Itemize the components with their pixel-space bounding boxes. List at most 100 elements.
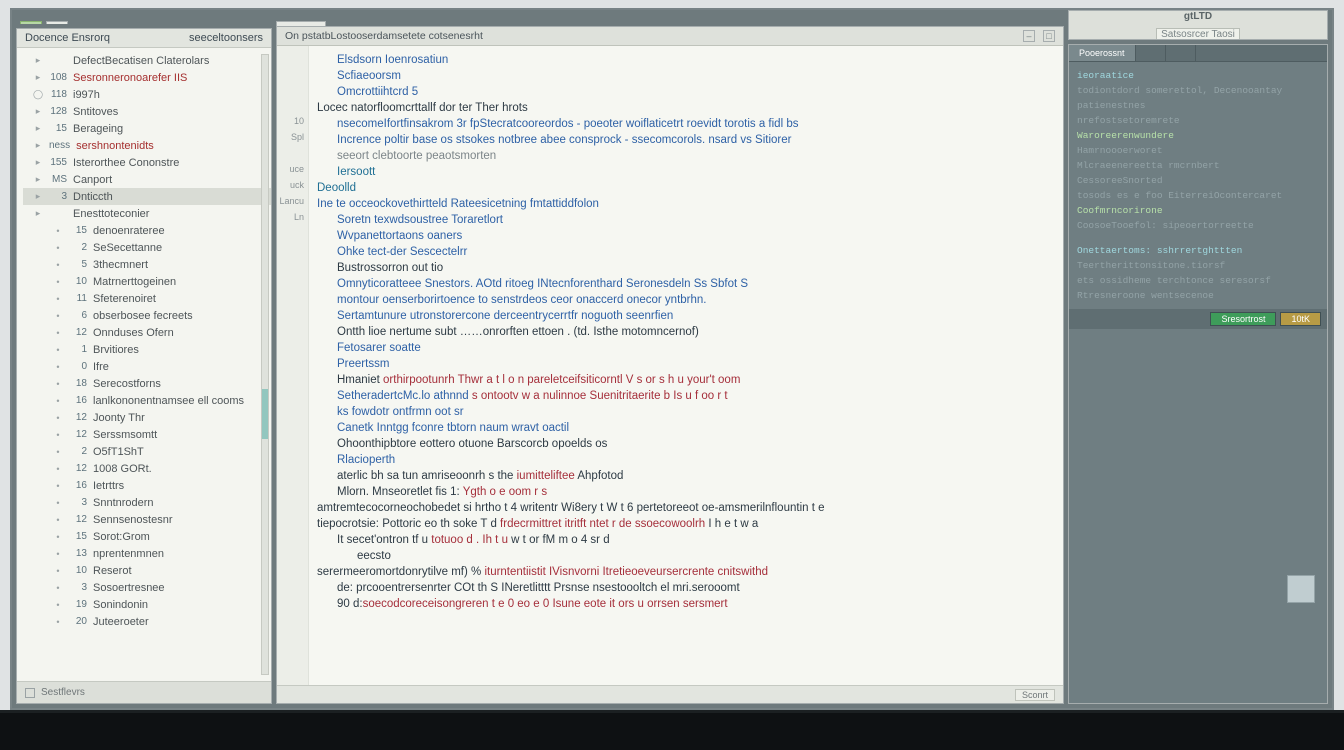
- tree-item-label: Ietrttrs: [93, 480, 124, 492]
- search-bar: gtLTD Satsosrcer Taosi ⋯ ⬚ ≡: [1068, 10, 1328, 40]
- editor-max-icon[interactable]: □: [1043, 30, 1055, 42]
- tree-scrollbar[interactable]: [261, 54, 269, 675]
- log-line: Teertherittonsitone.tiorsf: [1077, 258, 1319, 273]
- tree-item-id: 12: [69, 463, 87, 474]
- code-line: Hmaniet orthirpootunrh Thwr a t l o n pa…: [317, 372, 1055, 388]
- expand-icon: •: [53, 413, 63, 423]
- tree-item[interactable]: ▸3Dnticcth: [23, 188, 271, 205]
- expand-icon: •: [53, 617, 63, 627]
- code-line: serermeeromortdonrytilve mf) % iturntent…: [317, 564, 1055, 580]
- tree-item-id: 1: [69, 344, 87, 355]
- tree-item[interactable]: •53thecmnert: [23, 256, 271, 273]
- tree-item[interactable]: •1Brvitiores: [23, 341, 271, 358]
- editor-title: On pstatbLostooserdamsetete cotsenesrht: [285, 30, 483, 42]
- tree-item[interactable]: •12Onnduses Ofern: [23, 324, 271, 341]
- status-green-pill[interactable]: Sresortrost: [1210, 312, 1276, 326]
- log-section-title: Onettaertoms: sshrrertghttten: [1077, 243, 1319, 258]
- tree-item[interactable]: •19Sonindonin: [23, 596, 271, 613]
- tree-item[interactable]: •12Joonty Thr: [23, 409, 271, 426]
- tree-item[interactable]: •12Sennsenostesnr: [23, 511, 271, 528]
- tree-item-id: 16: [69, 395, 87, 406]
- output-tab-2[interactable]: [1136, 45, 1166, 61]
- code-line: seeort clebtoorte peaotsmorten: [317, 148, 1055, 164]
- output-tab-1[interactable]: Pooerossnt: [1069, 45, 1136, 61]
- tree-item-label: i997h: [73, 89, 100, 101]
- tree-item[interactable]: •18Serecostforns: [23, 375, 271, 392]
- editor-panel: On pstatbLostooserdamsetete cotsenesrht …: [276, 26, 1064, 704]
- tree-item[interactable]: ▸nesssershnontenidts: [23, 137, 271, 154]
- tree-item[interactable]: •13nprentenmnen: [23, 545, 271, 562]
- search-input[interactable]: Satsosrcer Taosi: [1156, 28, 1240, 40]
- tree-item[interactable]: • 16 Ietrttrs: [23, 477, 271, 494]
- code-line: Locec natorfloomcrttallf dor ter Ther hr…: [317, 100, 1055, 116]
- tree-item[interactable]: •15Sorot:Grom: [23, 528, 271, 545]
- log-line: Rtresneroone wentsecenoe: [1077, 288, 1319, 303]
- expand-icon: •: [53, 481, 63, 491]
- tree-item[interactable]: •11Sfeterenoiret: [23, 290, 271, 307]
- tree-item[interactable]: ▸108Sesronneronoarefer IIS: [23, 69, 271, 86]
- code-line: Mlorn. Mnseoretlet fis 1: Ygth o e oom r…: [317, 484, 1055, 500]
- output-log[interactable]: ieoraaticetodiontdord somerettol, Deceno…: [1069, 62, 1327, 309]
- tree-item-id: 10: [69, 276, 87, 287]
- tree-item-label: Berageing: [73, 123, 123, 135]
- code-line: amtremtecocorneochobedet si hrtho t 4 wr…: [317, 500, 1055, 516]
- tree-item[interactable]: ▸128Sntitoves: [23, 103, 271, 120]
- footer-icon[interactable]: [25, 688, 35, 698]
- tree-item-label: DefectBecatisen Claterolars: [73, 55, 209, 67]
- tree-item-id: 16: [69, 480, 87, 491]
- expand-icon: •: [53, 362, 63, 372]
- tree-item[interactable]: ◯118i997h: [23, 86, 271, 103]
- expand-icon: •: [53, 379, 63, 389]
- tree-item[interactable]: ▸MSCanport: [23, 171, 271, 188]
- tree-item[interactable]: ▸ DefectBecatisen Claterolars: [23, 52, 271, 69]
- tree-item-label: nprentenmnen: [93, 548, 164, 560]
- expand-icon: ▸: [33, 141, 43, 151]
- tree-item-id: 12: [69, 327, 87, 338]
- editor-statusbar: Sconrt: [277, 685, 1063, 703]
- tree-item[interactable]: •3Sosoertresnee: [23, 579, 271, 596]
- tree-item[interactable]: •10Matrnerttogeinen: [23, 273, 271, 290]
- tree-item[interactable]: •3Snntnrodern: [23, 494, 271, 511]
- tree-item[interactable]: •0Ifre: [23, 358, 271, 375]
- output-thumbnail[interactable]: [1287, 575, 1315, 603]
- tree-item[interactable]: •2O5fT1ShT: [23, 443, 271, 460]
- code-area[interactable]: Elsdsorn IoenrosatiunScfiaeoorsmOmcrotti…: [309, 46, 1063, 685]
- expand-icon: ◯: [33, 90, 43, 100]
- tree-item-label: Brvitiores: [93, 344, 139, 356]
- tree-item[interactable]: •12Serssmsomtt: [23, 426, 271, 443]
- left-tab-1[interactable]: [20, 21, 42, 24]
- log-line: Hamrnoooerworet: [1077, 143, 1319, 158]
- tree-item[interactable]: ▸15Berageing: [23, 120, 271, 137]
- tree-item-id: 108: [49, 72, 67, 83]
- expand-icon: •: [53, 260, 63, 270]
- expand-icon: ▸: [33, 56, 43, 66]
- tree-item[interactable]: •6obserbosee fecreets: [23, 307, 271, 324]
- tree-item[interactable]: •15denoenrateree: [23, 222, 271, 239]
- expand-icon: •: [53, 226, 63, 236]
- tree-item-id: 3: [69, 497, 87, 508]
- code-line: It secet'ontron tf u totuoo d . Ih t u w…: [317, 532, 1055, 548]
- tree-item[interactable]: •20Juteeroeter: [23, 613, 271, 630]
- tree-item[interactable]: •121008 GORt.: [23, 460, 271, 477]
- tree-item[interactable]: ▸Enesttoteconier: [23, 205, 271, 222]
- status-gold-pill[interactable]: 10tK: [1280, 312, 1321, 326]
- tree-item[interactable]: •16lanlkononentnamsee ell cooms: [23, 392, 271, 409]
- output-tab-3[interactable]: [1166, 45, 1196, 61]
- editor-min-icon[interactable]: –: [1023, 30, 1035, 42]
- tree-item[interactable]: •2SeSecettanne: [23, 239, 271, 256]
- code-line: Omnyticoratteee Snestors. AOtd ritoeg IN…: [317, 276, 1055, 292]
- expand-icon: •: [53, 464, 63, 474]
- tree-item-label: lanlkononentnamsee ell cooms: [93, 395, 244, 407]
- code-editor[interactable]: 10SpluceuckLancuLn Elsdsorn Ioenrosatiun…: [277, 46, 1063, 685]
- log-line: CoosoeTooefol: sipeoertorreette: [1077, 218, 1319, 233]
- tree-item-label: Ifre: [93, 361, 109, 373]
- log-line: CessoreeSnorted: [1077, 173, 1319, 188]
- tree-item[interactable]: •10Reserot: [23, 562, 271, 579]
- expand-icon: •: [53, 566, 63, 576]
- left-tab-2[interactable]: [46, 21, 68, 24]
- tree-item-id: 13: [69, 548, 87, 559]
- tree-item-id: 12: [69, 429, 87, 440]
- status-pill[interactable]: Sconrt: [1015, 689, 1055, 701]
- tree-item[interactable]: ▸155Isterorthee Cononstre: [23, 154, 271, 171]
- file-tree: ▸ DefectBecatisen Claterolars ▸108Sesronne…: [17, 48, 271, 681]
